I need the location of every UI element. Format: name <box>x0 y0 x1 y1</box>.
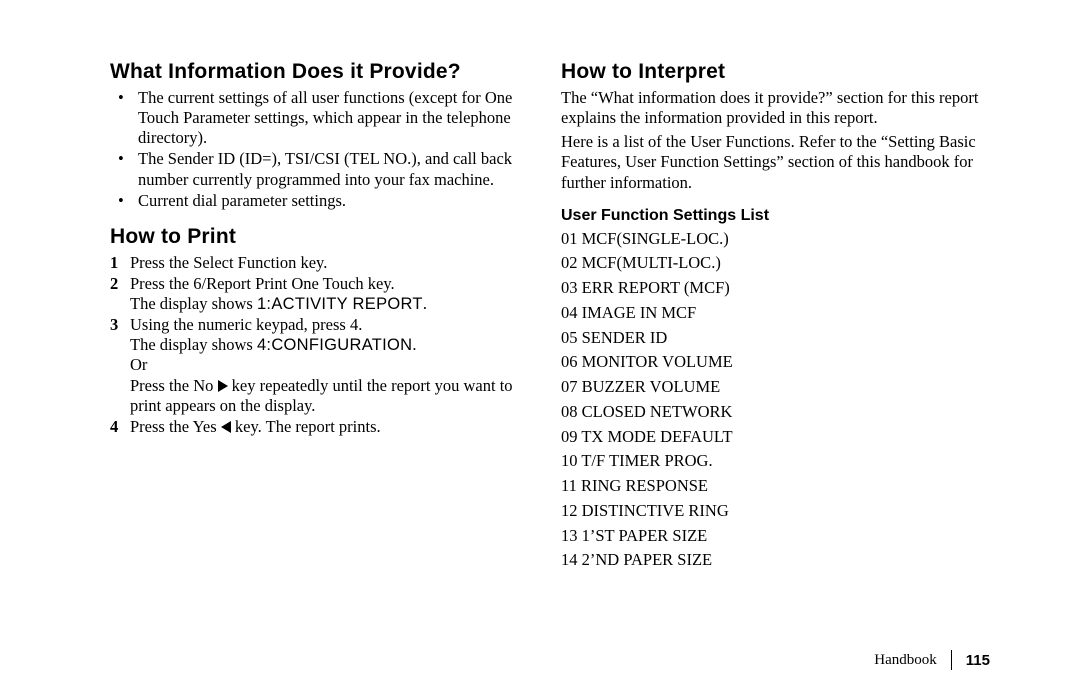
footer-label: Handbook <box>874 652 937 669</box>
list-item: 07 BUZZER VOLUME <box>561 375 980 400</box>
list-item: 12 DISTINCTIVE RING <box>561 499 980 524</box>
list-item: 14 2’ND PAPER SIZE <box>561 548 980 573</box>
step-text: key. The report prints. <box>231 417 381 436</box>
step-number: 4 <box>110 417 118 437</box>
footer-divider <box>951 650 952 670</box>
step-text: The display shows <box>130 335 257 354</box>
heading-how-to-print: How to Print <box>110 225 529 249</box>
list-item: 05 SENDER ID <box>561 326 980 351</box>
column-left: What Information Does it Provide? The cu… <box>110 60 529 600</box>
display-label: 1:ACTIVITY REPORT <box>257 295 423 313</box>
step-text: Using the numeric keypad, press 4. <box>130 315 362 334</box>
list-item: 11 RING RESPONSE <box>561 474 980 499</box>
list-item: 09 TX MODE DEFAULT <box>561 425 980 450</box>
column-right: How to Interpret The “What information d… <box>561 60 980 600</box>
list-item: 10 T/F TIMER PROG. <box>561 449 980 474</box>
page-number: 115 <box>966 652 990 669</box>
step-text: Press the 6/Report Print One Touch key. <box>130 274 395 293</box>
interpret-paragraph: The “What information does it provide?” … <box>561 88 980 128</box>
list-item: 01 MCF(SINGLE-LOC.) <box>561 227 980 252</box>
list-item: 08 CLOSED NETWORK <box>561 400 980 425</box>
heading-how-to-interpret: How to Interpret <box>561 60 980 84</box>
step-3: 3 Using the numeric keypad, press 4. The… <box>110 315 529 416</box>
list-item: 04 IMAGE IN MCF <box>561 301 980 326</box>
display-label: 4:CONFIGURATION <box>257 336 412 354</box>
step-number: 1 <box>110 253 118 273</box>
heading-what-info: What Information Does it Provide? <box>110 60 529 84</box>
step-text: . <box>423 294 427 313</box>
step-text: The display shows <box>130 294 257 313</box>
interpret-paragraph: Here is a list of the User Functions. Re… <box>561 132 980 192</box>
info-bullet-list: The current settings of all user functio… <box>110 88 529 211</box>
list-item: 06 MONITOR VOLUME <box>561 350 980 375</box>
info-bullet: The Sender ID (ID=), TSI/CSI (TEL NO.), … <box>128 149 529 189</box>
info-bullet: Current dial parameter settings. <box>128 191 529 211</box>
list-item: 13 1’ST PAPER SIZE <box>561 524 980 549</box>
page-footer: Handbook 115 <box>874 650 990 670</box>
step-text: Press the No <box>130 376 218 395</box>
step-number: 2 <box>110 274 118 294</box>
step-number: 3 <box>110 315 118 335</box>
info-bullet: The current settings of all user functio… <box>128 88 529 148</box>
step-text: Or <box>130 355 147 374</box>
step-text: Press the Select Function key. <box>130 253 327 272</box>
left-arrow-icon <box>221 421 231 433</box>
page-body: What Information Does it Provide? The cu… <box>0 0 1080 640</box>
step-text: . <box>412 335 416 354</box>
subheading-user-func-list: User Function Settings List <box>561 207 980 225</box>
list-item: 02 MCF(MULTI-LOC.) <box>561 251 980 276</box>
step-4: 4 Press the Yes key. The report prints. <box>110 417 529 437</box>
list-item: 03 ERR REPORT (MCF) <box>561 276 980 301</box>
step-text: Press the Yes <box>130 417 221 436</box>
right-arrow-icon <box>218 380 228 392</box>
print-steps: 1 Press the Select Function key. 2 Press… <box>110 253 529 437</box>
step-1: 1 Press the Select Function key. <box>110 253 529 273</box>
step-2: 2 Press the 6/Report Print One Touch key… <box>110 274 529 314</box>
user-function-list: 01 MCF(SINGLE-LOC.) 02 MCF(MULTI-LOC.) 0… <box>561 227 980 574</box>
